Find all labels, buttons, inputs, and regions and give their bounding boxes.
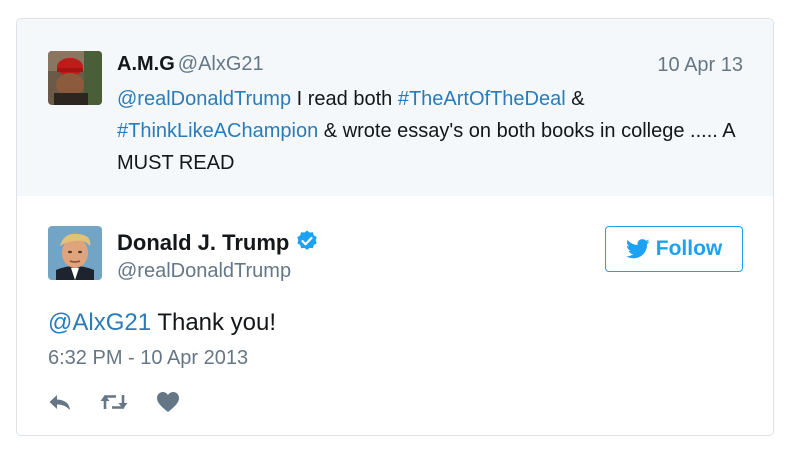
- mention-link[interactable]: @realDonaldTrump: [117, 88, 291, 110]
- avatar[interactable]: [48, 226, 102, 280]
- follow-label: Follow: [655, 237, 723, 260]
- tweet-text-segment: &: [565, 88, 585, 110]
- tweet-timestamp[interactable]: 6:32 PM - 10 Apr 2013: [48, 347, 248, 370]
- hashtag-link[interactable]: #ThinkLikeAChampion: [117, 120, 318, 142]
- mention-link[interactable]: @AlxG21: [48, 309, 151, 336]
- tweet-actions: [48, 389, 208, 415]
- main-tweet: Donald J. Trump @realDonaldTrump Follow …: [17, 196, 773, 435]
- hashtag-link[interactable]: #TheArtOfTheDeal: [398, 88, 566, 110]
- tweet-text-segment: I read both: [291, 88, 398, 110]
- retweet-icon[interactable]: [100, 392, 128, 412]
- follow-button[interactable]: Follow: [605, 226, 743, 272]
- tweet-text-segment: Thank you!: [151, 309, 277, 336]
- twitter-bird-icon: [625, 239, 650, 259]
- reply-icon[interactable]: [48, 392, 72, 412]
- author-handle[interactable]: @AlxG21: [178, 53, 264, 75]
- parent-tweet-text: @realDonaldTrump I read both #TheArtOfTh…: [117, 83, 757, 179]
- tweet-date[interactable]: 10 Apr 13: [657, 54, 743, 77]
- author-name-text[interactable]: Donald J. Trump: [117, 230, 289, 255]
- embedded-tweet-card: A.M.G @AlxG21 10 Apr 13 @realDonaldTrump …: [16, 18, 774, 436]
- author-handle[interactable]: @realDonaldTrump: [117, 260, 291, 283]
- parent-tweet[interactable]: A.M.G @AlxG21 10 Apr 13 @realDonaldTrump …: [17, 19, 773, 196]
- author-name[interactable]: A.M.G: [117, 53, 175, 75]
- avatar[interactable]: [48, 51, 102, 105]
- main-tweet-text: @AlxG21 Thank you!: [48, 309, 276, 337]
- author-name[interactable]: Donald J. Trump: [117, 229, 319, 256]
- verified-badge-icon: [297, 230, 318, 250]
- parent-tweet-header: A.M.G @AlxG21: [117, 53, 264, 76]
- like-icon[interactable]: [156, 391, 180, 413]
